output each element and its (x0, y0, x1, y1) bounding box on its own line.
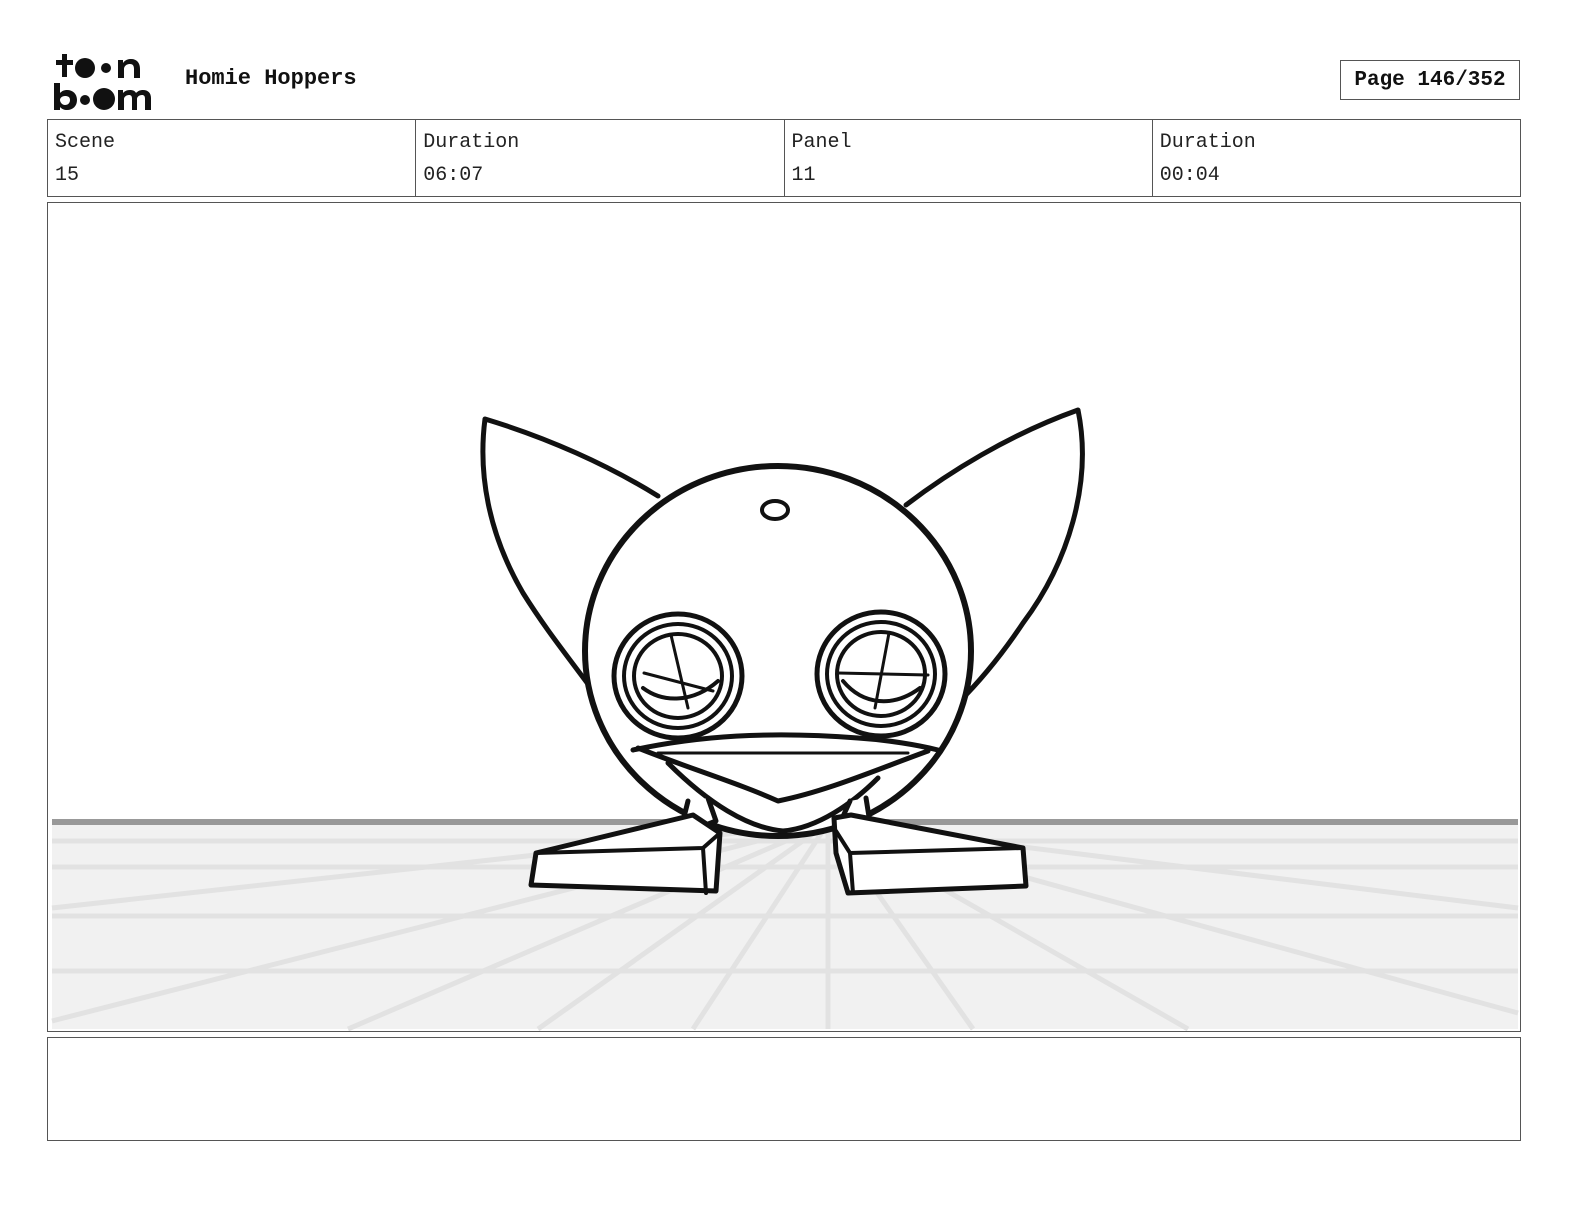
panel-duration-label: Duration (1159, 131, 1256, 154)
page-label: Page 146/352 (1354, 68, 1506, 92)
page-indicator: Page 146/352 (1340, 60, 1520, 100)
info-table: Scene 15 Duration 06:07 Panel 11 Duratio… (47, 119, 1521, 197)
floor-grid (51, 819, 1519, 1031)
panel-cell: Panel 11 (785, 120, 1153, 196)
right-eye (814, 609, 948, 739)
storyboard-panel (47, 202, 1521, 1032)
scene-duration-value: 06:07 (423, 164, 484, 187)
panel-drawing (51, 407, 1519, 1031)
scene-label: Scene (55, 131, 116, 154)
panel-duration-value: 00:04 (1159, 164, 1220, 187)
notes-box (47, 1037, 1521, 1141)
panel-label: Panel (791, 131, 852, 154)
panel-value: 11 (791, 164, 816, 187)
scene-duration-label: Duration (423, 131, 520, 154)
toon-boom-logo (54, 54, 151, 110)
scene-cell: Scene 15 (48, 120, 417, 196)
panel-duration-cell: Duration 00:04 (1153, 120, 1520, 196)
scene-value: 15 (55, 164, 80, 187)
project-title: Homie Hoppers (185, 66, 357, 91)
scene-duration-cell: Duration 06:07 (416, 120, 785, 196)
